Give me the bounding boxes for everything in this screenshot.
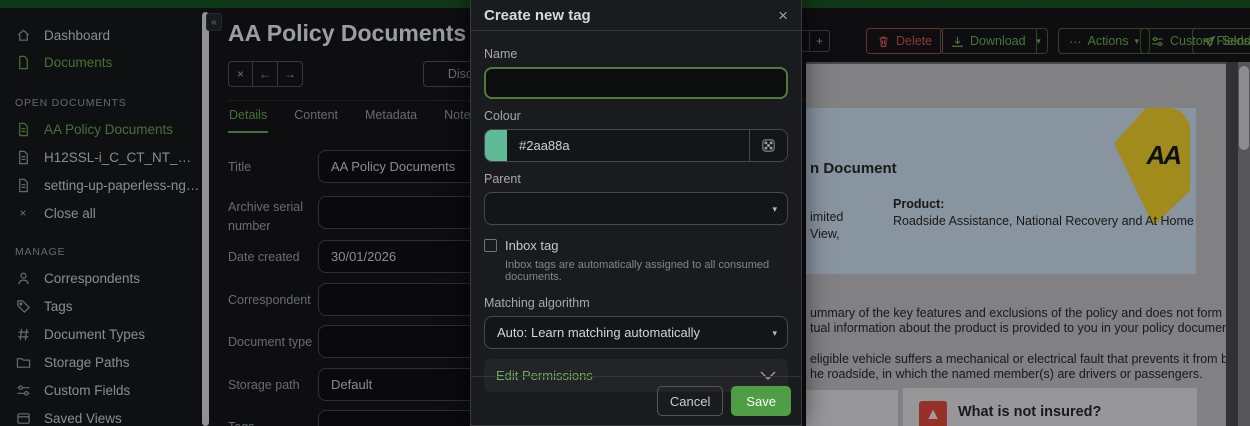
tag-name-input[interactable] xyxy=(484,67,788,99)
inbox-tag-label: Inbox tag xyxy=(505,238,559,253)
parent-label: Parent xyxy=(484,172,788,186)
modal-close-button[interactable]: × xyxy=(778,7,788,24)
cancel-button[interactable]: Cancel xyxy=(657,386,723,416)
colour-label: Colour xyxy=(484,109,788,123)
paperless-app: Dashboard Documents OPEN DOCUMENTS AA Po… xyxy=(0,0,1250,426)
create-tag-modal: Create new tag × Name Colour #2aa88a Par… xyxy=(470,0,802,426)
modal-body: Name Colour #2aa88a Parent ▾ Inbox tag I… xyxy=(471,31,801,392)
modal-header: Create new tag × xyxy=(471,0,801,31)
matching-algorithm-label: Matching algorithm xyxy=(484,296,788,310)
matching-algorithm-value: Auto: Learn matching automatically xyxy=(497,325,700,340)
save-button[interactable]: Save xyxy=(731,386,791,416)
colour-input-group: #2aa88a xyxy=(484,129,788,162)
inbox-tag-checkbox-row[interactable]: Inbox tag xyxy=(484,238,788,253)
chevron-down-icon: ▾ xyxy=(772,205,777,214)
modal-footer: Cancel Save xyxy=(471,376,801,425)
modal-title: Create new tag xyxy=(484,7,591,24)
matching-algorithm-select[interactable]: Auto: Learn matching automatically ▾ xyxy=(484,316,788,349)
close-icon: × xyxy=(778,6,788,25)
inbox-tag-checkbox[interactable] xyxy=(484,239,497,252)
colour-hex-input[interactable]: #2aa88a xyxy=(507,130,749,161)
inbox-tag-hint: Inbox tags are automatically assigned to… xyxy=(505,259,788,283)
parent-select[interactable]: ▾ xyxy=(484,192,788,225)
dice-icon xyxy=(761,138,776,153)
random-colour-button[interactable] xyxy=(749,130,787,161)
chevron-down-icon: ▾ xyxy=(772,329,777,338)
name-label: Name xyxy=(484,47,788,61)
colour-swatch xyxy=(485,130,507,161)
